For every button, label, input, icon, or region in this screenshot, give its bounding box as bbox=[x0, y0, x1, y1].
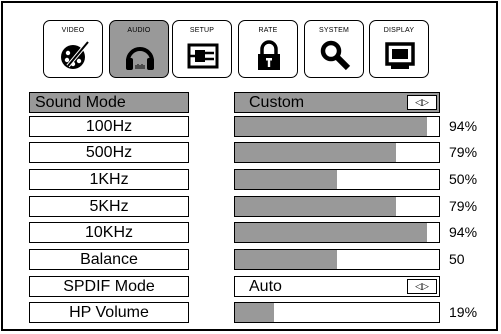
sound-mode-select[interactable]: Custom ◁▷ bbox=[234, 92, 440, 113]
sound-mode-value: Custom bbox=[249, 94, 305, 111]
tab-audio[interactable]: AUDIO bbox=[109, 20, 169, 78]
tab-audio-label: AUDIO bbox=[127, 27, 151, 34]
hp-volume-label: HP Volume bbox=[29, 302, 189, 323]
spdif-value: Auto bbox=[249, 278, 282, 295]
eq-label-10khz: 10KHz bbox=[29, 222, 189, 243]
tab-display-label: DISPLAY bbox=[383, 27, 415, 34]
balance-fill bbox=[235, 250, 337, 269]
eq-label-100hz: 100Hz bbox=[29, 116, 189, 137]
eq-label-500hz: 500Hz bbox=[29, 142, 189, 163]
balance-value: 50 bbox=[449, 251, 465, 267]
sound-mode-arrows-icon[interactable]: ◁▷ bbox=[407, 95, 437, 110]
tab-setup-label: SETUP bbox=[189, 27, 215, 34]
tab-rate-label: RATE bbox=[258, 27, 278, 34]
balance-label: Balance bbox=[29, 249, 189, 270]
eq-fill-10khz bbox=[235, 223, 427, 242]
spdif-label: SPDIF Mode bbox=[29, 276, 189, 297]
setup-plug-icon bbox=[187, 43, 219, 69]
spdif-arrows-icon[interactable]: ◁▷ bbox=[407, 279, 437, 294]
tab-video[interactable]: VIDEO bbox=[43, 20, 103, 78]
tab-system[interactable]: SYSTEM bbox=[304, 20, 364, 78]
eq-slider-10khz[interactable] bbox=[234, 222, 440, 243]
eq-slider-500hz[interactable] bbox=[234, 142, 440, 163]
tab-system-label: SYSTEM bbox=[319, 27, 349, 34]
eq-fill-1khz bbox=[235, 170, 337, 189]
eq-slider-5khz[interactable] bbox=[234, 196, 440, 217]
balance-slider[interactable] bbox=[234, 249, 440, 270]
eq-value-1khz: 50% bbox=[449, 171, 478, 187]
padlock-icon bbox=[258, 40, 280, 70]
eq-value-100hz: 94% bbox=[449, 118, 478, 134]
eq-value-500hz: 79% bbox=[449, 144, 478, 160]
eq-slider-1khz[interactable] bbox=[234, 169, 440, 190]
eq-fill-500hz bbox=[235, 143, 397, 162]
eq-label-5khz: 5KHz bbox=[29, 196, 189, 217]
eq-label-1khz: 1KHz bbox=[29, 169, 189, 190]
video-disc-icon bbox=[61, 40, 90, 69]
tab-display[interactable]: DISPLAY bbox=[369, 20, 429, 78]
headphones-icon bbox=[126, 47, 154, 70]
magnifier-icon bbox=[320, 40, 351, 71]
eq-slider-100hz[interactable] bbox=[234, 116, 440, 137]
hp-volume-slider[interactable] bbox=[234, 302, 440, 323]
eq-value-5khz: 79% bbox=[449, 198, 478, 214]
eq-fill-100hz bbox=[235, 117, 427, 136]
tab-rate[interactable]: RATE bbox=[238, 20, 298, 78]
tab-setup[interactable]: SETUP bbox=[172, 20, 232, 78]
spdif-select[interactable]: Auto ◁▷ bbox=[234, 276, 440, 297]
eq-value-10khz: 94% bbox=[449, 224, 478, 240]
eq-fill-5khz bbox=[235, 197, 397, 216]
sound-mode-label: Sound Mode bbox=[29, 92, 189, 113]
tab-video-label: VIDEO bbox=[61, 27, 85, 34]
hp-volume-value: 19% bbox=[449, 304, 478, 320]
monitor-icon bbox=[385, 42, 415, 69]
hp-volume-fill bbox=[235, 303, 274, 322]
